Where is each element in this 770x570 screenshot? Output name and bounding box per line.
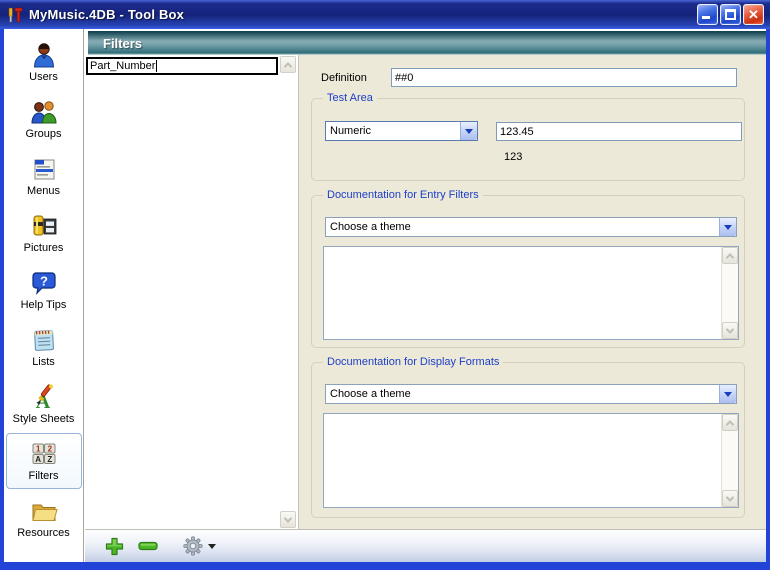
combo-arrow-button[interactable] [460, 122, 477, 140]
svg-text:1: 1 [35, 444, 40, 453]
sidebar-item-label: Help Tips [21, 299, 67, 311]
chevron-down-icon [724, 225, 732, 230]
sidebar-item-resources[interactable]: Resources [6, 490, 82, 546]
test-result-text: 123 [504, 151, 522, 163]
entry-docs-textarea[interactable] [323, 246, 739, 340]
help-tips-icon: ? [30, 269, 58, 297]
add-filter-button[interactable] [105, 537, 124, 556]
titlebar[interactable]: MyMusic.4DB - Tool Box ✕ [0, 0, 770, 29]
window-title: MyMusic.4DB - Tool Box [29, 7, 697, 22]
entry-docs-legend: Documentation for Entry Filters [323, 189, 483, 201]
resources-icon [30, 497, 58, 525]
groups-icon [30, 98, 58, 126]
test-value-input[interactable] [496, 122, 742, 141]
test-area-legend: Test Area [323, 92, 377, 104]
svg-text:A: A [35, 455, 41, 464]
list-scroll-up-button[interactable] [280, 56, 296, 73]
display-docs-group: Documentation for Display Formats Choose… [311, 362, 745, 518]
maximize-button[interactable] [720, 4, 741, 25]
definition-label: Definition [321, 72, 367, 84]
minimize-icon [702, 16, 710, 19]
filter-detail-panel: Definition Test Area Numeric 123 Documen… [298, 55, 766, 529]
dropdown-caret-icon [208, 544, 216, 549]
chevron-down-icon [726, 325, 734, 333]
combo-arrow-button[interactable] [719, 218, 736, 236]
textarea-scrollbar[interactable] [721, 414, 738, 507]
definition-input[interactable] [391, 68, 737, 87]
sidebar-item-users[interactable]: Users [6, 34, 82, 90]
minimize-button[interactable] [697, 4, 718, 25]
app-icon [6, 6, 24, 24]
textarea-scrollbar[interactable] [721, 247, 738, 339]
display-theme-value: Choose a theme [326, 388, 719, 400]
entry-theme-combobox[interactable]: Choose a theme [325, 217, 737, 237]
delete-filter-button[interactable] [138, 541, 158, 551]
filter-list[interactable]: Part_Number [85, 55, 298, 529]
display-theme-combobox[interactable]: Choose a theme [325, 384, 737, 404]
chevron-down-icon [724, 392, 732, 397]
section-header: Filters [88, 31, 766, 55]
section-title: Filters [88, 36, 142, 51]
toolbox-window: MyMusic.4DB - Tool Box ✕ Users [0, 0, 770, 570]
sidebar-item-lists[interactable]: Lists [6, 319, 82, 375]
filters-icon: 1 2 A Z [30, 440, 58, 468]
client-area: Users Groups Menus [4, 29, 766, 562]
lists-icon [30, 326, 58, 354]
list-scroll-down-button[interactable] [280, 511, 296, 528]
display-docs-legend: Documentation for Display Formats [323, 356, 503, 368]
sidebar-item-style-sheets[interactable]: A Style Sheets [6, 376, 82, 432]
chevron-up-icon [726, 420, 734, 428]
plus-icon [105, 537, 124, 556]
sidebar-item-label: Lists [32, 356, 55, 368]
filter-name-text: Part_Number [90, 60, 155, 72]
style-sheets-icon: A [30, 383, 58, 411]
sidebar-item-pictures[interactable]: Pictures [6, 205, 82, 261]
minus-icon [138, 541, 158, 551]
data-type-value: Numeric [326, 125, 460, 137]
text-caret [156, 60, 157, 72]
menus-icon [30, 155, 58, 183]
display-docs-textarea[interactable] [323, 413, 739, 508]
entry-theme-value: Choose a theme [326, 221, 719, 233]
scroll-down-button[interactable] [722, 490, 738, 507]
sidebar: Users Groups Menus [4, 29, 84, 562]
list-toolbar [85, 529, 766, 562]
sidebar-item-label: Menus [27, 185, 60, 197]
sidebar-item-help-tips[interactable]: ? Help Tips [6, 262, 82, 318]
test-area-group: Test Area Numeric 123 [311, 98, 745, 181]
scroll-up-button[interactable] [722, 247, 738, 264]
chevron-down-icon [284, 514, 292, 522]
actions-menu-button[interactable] [182, 535, 216, 557]
close-icon: ✕ [747, 7, 760, 22]
svg-text:Z: Z [47, 455, 52, 464]
sidebar-item-label: Groups [25, 128, 61, 140]
svg-text:?: ? [40, 274, 48, 289]
chevron-up-icon [726, 253, 734, 261]
filter-name-input[interactable]: Part_Number [86, 57, 278, 75]
svg-text:2: 2 [47, 444, 52, 453]
combo-arrow-button[interactable] [719, 385, 736, 403]
users-icon [30, 41, 58, 69]
chevron-down-icon [726, 493, 734, 501]
data-type-combobox[interactable]: Numeric [325, 121, 478, 141]
chevron-down-icon [465, 129, 473, 134]
pictures-icon [30, 212, 58, 240]
sidebar-item-label: Pictures [24, 242, 64, 254]
sidebar-item-label: Style Sheets [13, 413, 75, 425]
sidebar-item-groups[interactable]: Groups [6, 91, 82, 147]
sidebar-item-filters[interactable]: 1 2 A Z Filters [6, 433, 82, 489]
close-button[interactable]: ✕ [743, 4, 764, 25]
sidebar-item-label: Users [29, 71, 58, 83]
sidebar-item-label: Resources [17, 527, 70, 539]
scroll-down-button[interactable] [722, 322, 738, 339]
entry-docs-group: Documentation for Entry Filters Choose a… [311, 195, 745, 348]
maximize-icon [725, 9, 736, 20]
gear-icon [182, 535, 204, 557]
scroll-up-button[interactable] [722, 414, 738, 431]
sidebar-item-menus[interactable]: Menus [6, 148, 82, 204]
chevron-up-icon [284, 62, 292, 70]
sidebar-item-label: Filters [29, 470, 59, 482]
